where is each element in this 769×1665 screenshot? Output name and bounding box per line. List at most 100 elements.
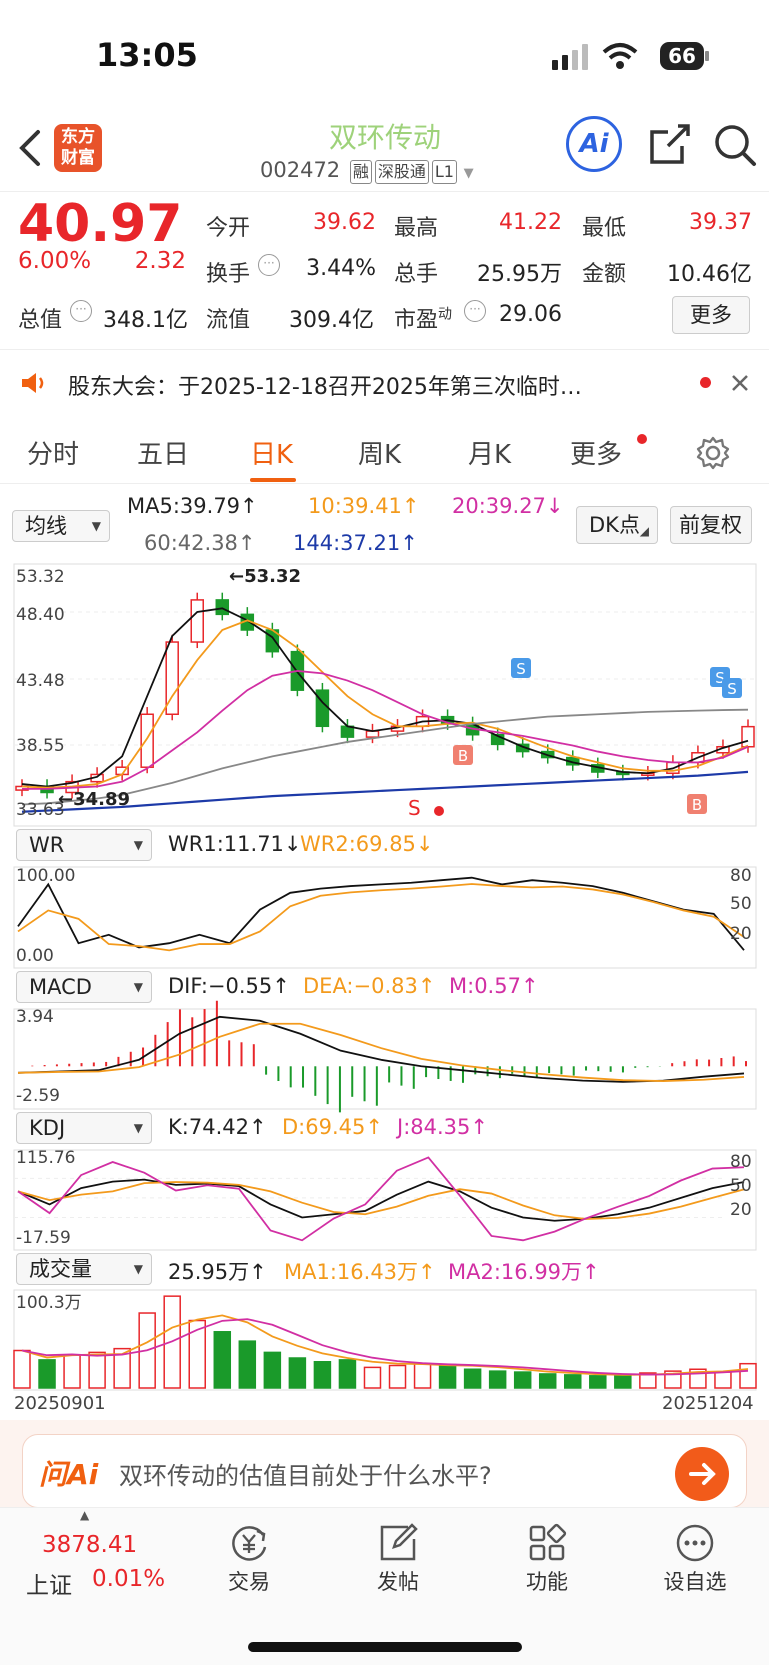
wr-axis-top: 100.00	[16, 866, 76, 886]
buy-signal-label: B	[692, 796, 702, 814]
ask-ai-logo: 问Ai	[39, 1458, 99, 1491]
macd-panel	[17, 1000, 747, 1113]
volume-axis-top: 100.3万	[16, 1293, 82, 1313]
wr-selector[interactable]: WR ▼	[16, 829, 152, 861]
volume-ma1-value: MA1:16.43万↑	[284, 1260, 436, 1284]
volume-bar	[63, 1354, 81, 1389]
index-name: 上证	[26, 1573, 72, 1599]
volume-bar	[288, 1357, 307, 1389]
sell-signal-label: S	[727, 680, 737, 698]
macd-selector[interactable]: MACD ▼	[16, 971, 152, 1003]
macd-dif-line	[17, 1015, 745, 1083]
macd-m-value: M:0.57↑	[449, 974, 539, 998]
volume-bar	[488, 1370, 507, 1389]
kdj-axis-right: 80	[730, 1152, 752, 1172]
volume-bar	[513, 1371, 532, 1389]
kdj-axis-right: 20	[730, 1200, 752, 1220]
price-axis-label: 43.48	[16, 671, 65, 691]
kdj-j-value: J:84.35↑	[397, 1115, 488, 1139]
kdj-selector[interactable]: KDJ ▼	[16, 1112, 152, 1144]
macd-dea-line	[17, 1022, 745, 1082]
wr2-value: WR2:69.85↓	[300, 832, 434, 856]
price-axis-label: 48.40	[16, 605, 65, 625]
volume-bar	[313, 1361, 332, 1389]
volume-bar	[589, 1375, 607, 1389]
volume-bar	[714, 1371, 732, 1389]
volume-panel	[13, 1295, 757, 1389]
ask-ai-prompt: 双环传动的估值目前处于什么水平?	[119, 1462, 492, 1490]
kdj-j-line	[17, 1156, 745, 1242]
nav-add-watchlist-label: 设自选	[663, 1570, 727, 1594]
candle-body	[215, 599, 230, 616]
macd-dea-value: DEA:−0.83↑	[303, 974, 436, 998]
index-caret-icon: ▲	[80, 1508, 90, 1522]
kdj-axis-bottom: -17.59	[16, 1228, 71, 1248]
index-value[interactable]: 3878.41	[42, 1532, 137, 1558]
kdj-panel	[14, 1156, 745, 1242]
volume-selector[interactable]: 成交量 ▼	[16, 1253, 152, 1285]
panel-frame	[13, 1008, 757, 1110]
ask-ai-send-button[interactable]	[675, 1447, 729, 1501]
high-marker: ←53.32	[229, 566, 302, 587]
date-end: 20251204	[662, 1393, 754, 1414]
ask-ai-bar[interactable]: 问Ai 双环传动的估值目前处于什么水平?	[22, 1434, 747, 1508]
volume-ma1-line	[21, 1314, 749, 1376]
kdj-k-value: K:74.42↑	[168, 1115, 267, 1139]
nav-post-label: 发帖	[377, 1570, 419, 1594]
volume-ma2-line	[21, 1318, 749, 1376]
home-indicator	[248, 1642, 522, 1652]
wr-axis-right: 80	[730, 866, 752, 886]
macd-dif-value: DIF:−0.55↑	[168, 974, 290, 998]
volume-bar	[38, 1359, 56, 1389]
price-axis-label: 53.32	[16, 567, 65, 587]
candle-body	[741, 725, 755, 748]
more-dots-icon	[676, 1524, 714, 1562]
volume-bar	[538, 1373, 557, 1389]
candle-body	[315, 689, 330, 728]
kdj-axis-right: 50	[730, 1176, 752, 1196]
trade-icon	[232, 1526, 267, 1561]
volume-value: 25.95万↑	[168, 1260, 267, 1284]
price-panel: BBS SS	[15, 592, 755, 816]
buy-signal-label: B	[458, 747, 468, 765]
wr2-line	[17, 883, 745, 952]
wr1-line	[17, 876, 745, 951]
nav-functions[interactable]: 功能	[497, 1520, 597, 1596]
index-change: 0.01%	[92, 1566, 166, 1592]
kdj-axis-top: 115.76	[16, 1148, 76, 1168]
nav-trade[interactable]: 交易	[199, 1520, 299, 1596]
wr-axis-right: 20	[730, 924, 752, 944]
nav-trade-label: 交易	[228, 1570, 270, 1594]
volume-ma2-value: MA2:16.99万↑	[448, 1260, 600, 1284]
volume-bar	[363, 1366, 382, 1389]
volume-bar	[238, 1340, 257, 1389]
nav-functions-label: 功能	[526, 1570, 568, 1594]
panel-frame	[13, 563, 757, 827]
macd-axis-bottom: -2.59	[16, 1086, 60, 1106]
kdj-d-value: D:69.45↑	[282, 1115, 383, 1139]
edit-icon	[380, 1523, 418, 1561]
signal-s-label: S	[408, 796, 421, 820]
volume-bar	[413, 1362, 432, 1389]
volume-bar	[438, 1363, 457, 1389]
low-marker: ←34.89	[58, 789, 131, 810]
date-start: 20250901	[14, 1393, 106, 1414]
volume-bar	[388, 1364, 407, 1389]
nav-post[interactable]: 发帖	[348, 1520, 448, 1596]
volume-bar	[739, 1362, 757, 1389]
volume-bar	[13, 1349, 31, 1389]
volume-bar	[614, 1374, 632, 1389]
arrow-right-icon	[689, 1463, 716, 1485]
sell-signal-dot	[434, 806, 444, 816]
macd-axis-top: 3.94	[16, 1007, 54, 1027]
wr-axis-right: 50	[730, 894, 752, 914]
sell-signal-label: S	[516, 660, 526, 678]
wr-panel	[17, 876, 745, 952]
nav-add-watchlist[interactable]: 设自选	[645, 1520, 745, 1596]
volume-bar	[463, 1368, 482, 1389]
candle-body	[190, 599, 204, 643]
volume-bar	[564, 1374, 582, 1389]
price-axis-label: 38.55	[16, 736, 65, 756]
wr1-value: WR1:11.71↓	[168, 832, 302, 856]
panel-frame	[13, 866, 757, 969]
